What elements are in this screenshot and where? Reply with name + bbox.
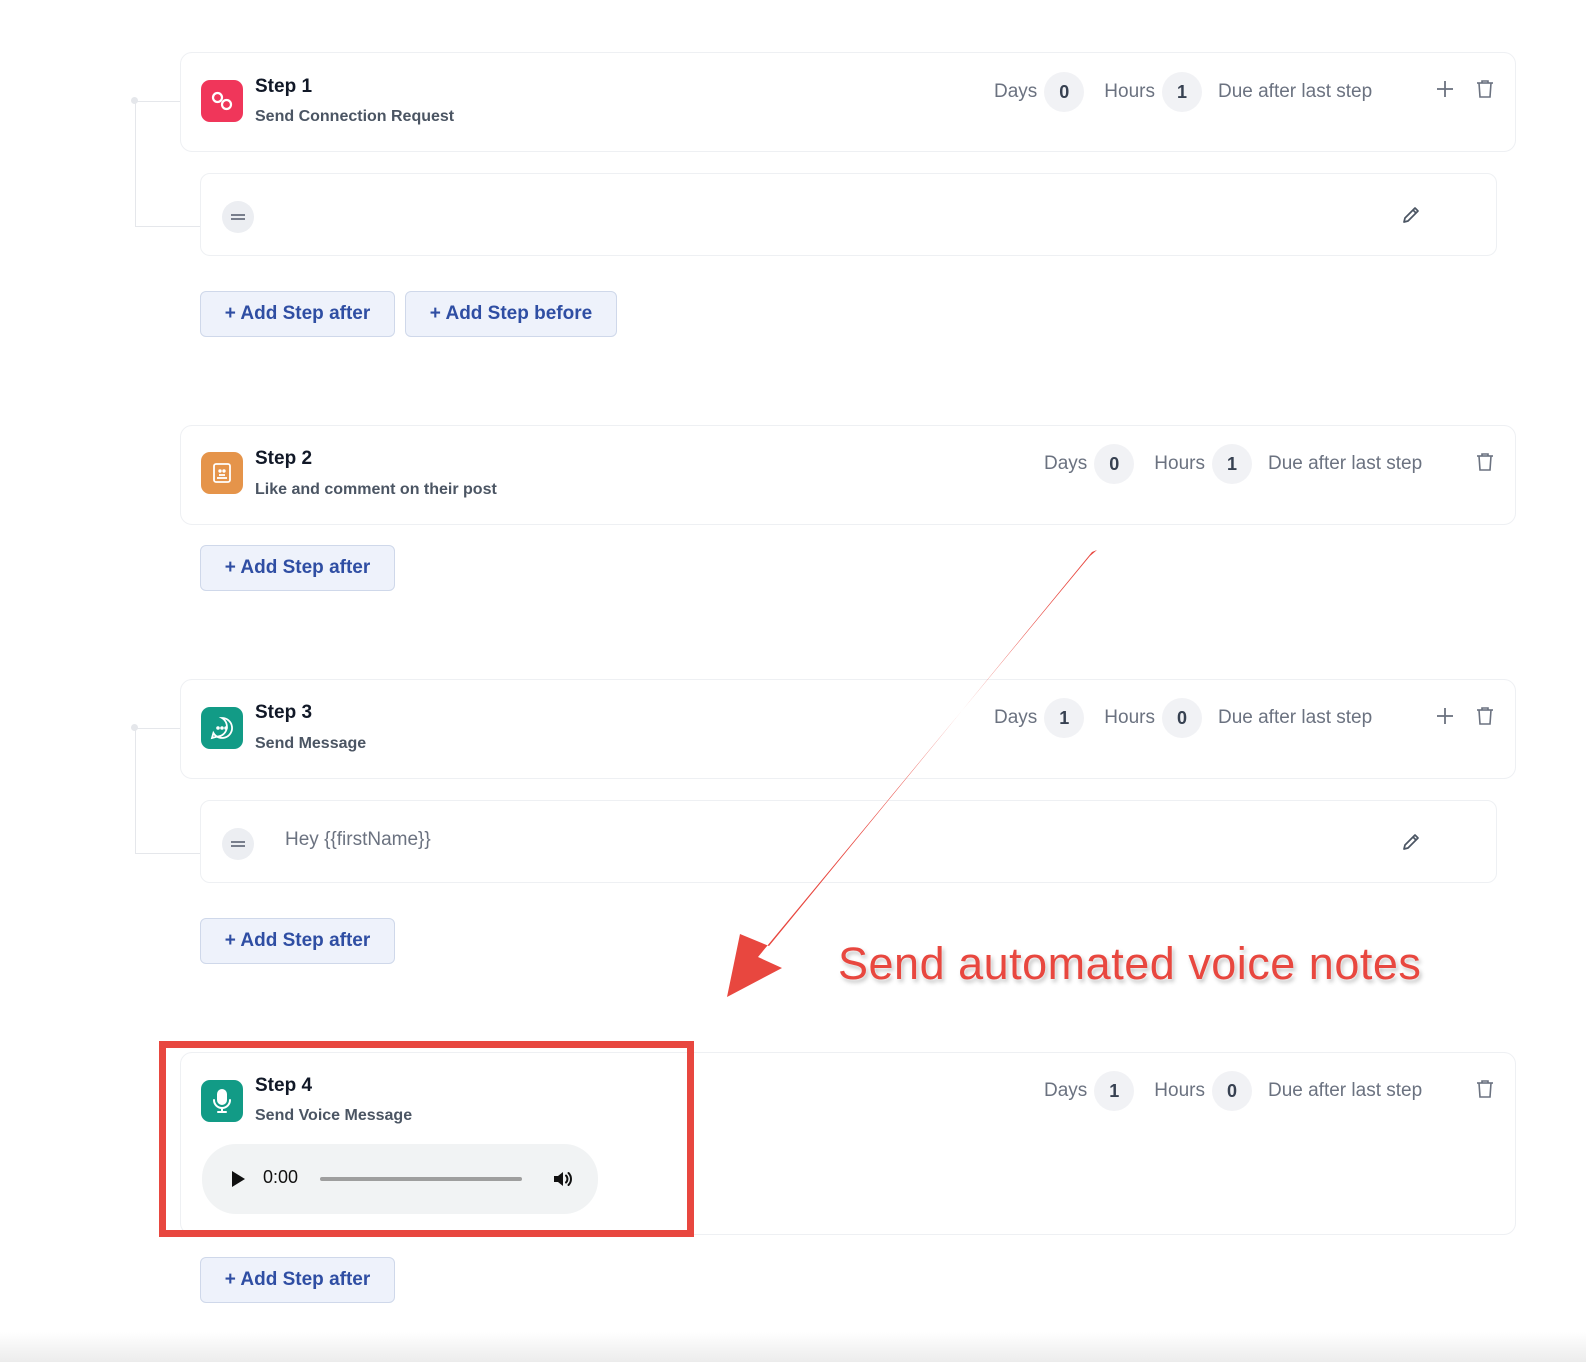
- bottom-edge: [0, 1332, 1586, 1362]
- annotation-text: Send automated voice notes: [838, 938, 1422, 989]
- annotation-arrow: [727, 550, 1097, 997]
